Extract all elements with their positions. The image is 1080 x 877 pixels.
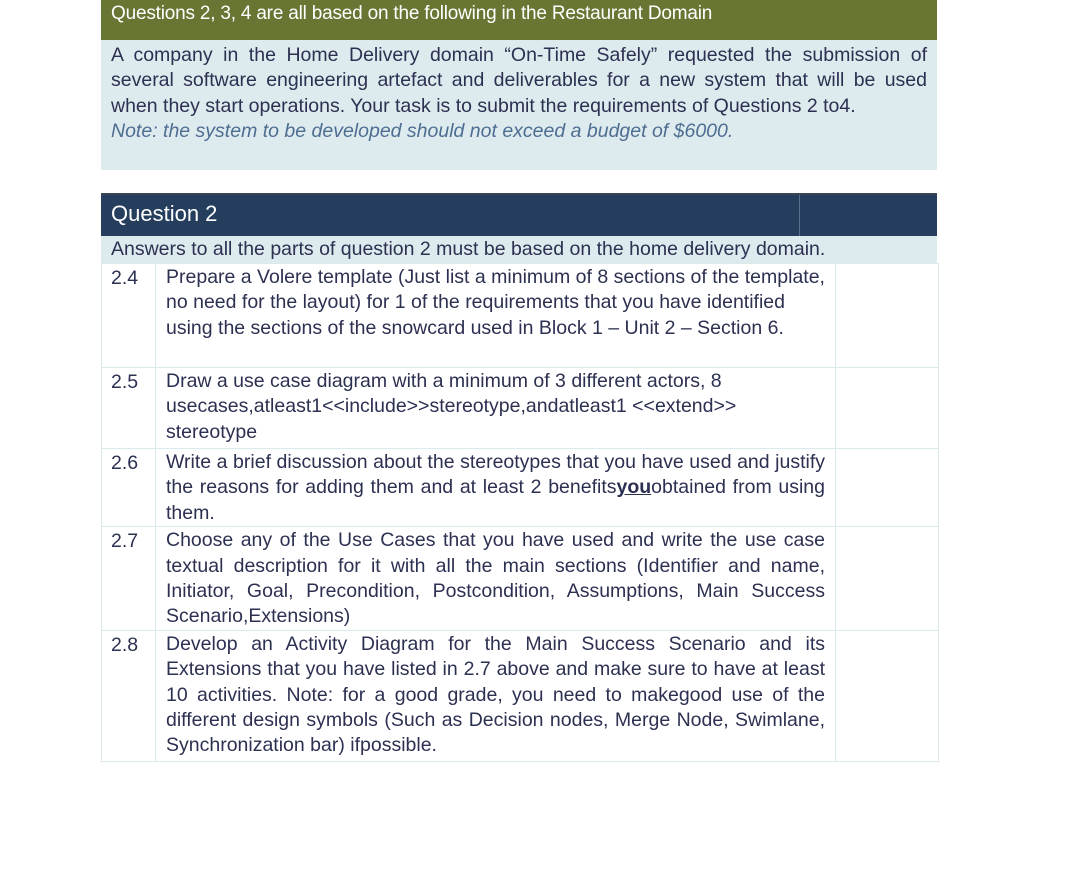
banner-title: Questions 2, 3, 4 are all based on the f… <box>111 3 713 24</box>
budget-note: Note: the system to be developed should … <box>111 120 734 143</box>
part-text-emphasis: you <box>616 476 652 499</box>
table-row: 2.8 Develop an Activity Diagram for the … <box>101 629 939 762</box>
section-banner: Questions 2, 3, 4 are all based on the f… <box>101 0 937 40</box>
part-text: Develop an Activity Diagram for the Main… <box>155 629 836 762</box>
question-parts-table: 2.4 Prepare a Volere template (Just list… <box>101 263 939 762</box>
column-divider <box>799 195 800 236</box>
answer-cell <box>835 526 939 631</box>
intro-paragraph: A company in the Home Delivery domain “O… <box>111 44 927 117</box>
question-title: Question 2 <box>111 201 218 226</box>
answer-cell <box>835 263 939 368</box>
question-header: Question 2 <box>101 193 937 236</box>
part-number: 2.6 <box>101 447 156 528</box>
question-instructions: Answers to all the parts of question 2 m… <box>101 236 937 263</box>
part-text: Write a brief discussion about the stere… <box>155 447 836 528</box>
table-row: 2.7 Choose any of the Use Cases that you… <box>101 526 939 631</box>
part-text: Prepare a Volere template (Just list a m… <box>155 263 836 368</box>
part-text: Choose any of the Use Cases that you hav… <box>155 526 836 631</box>
part-text: Draw a use case diagram with a minimum o… <box>155 367 836 449</box>
table-row: 2.5 Draw a use case diagram with a minim… <box>101 367 939 449</box>
part-number: 2.8 <box>101 629 156 762</box>
table-row: 2.4 Prepare a Volere template (Just list… <box>101 263 939 368</box>
part-number: 2.5 <box>101 367 156 449</box>
answer-cell <box>835 367 939 449</box>
part-number: 2.4 <box>101 263 156 368</box>
intro-box: A company in the Home Delivery domain “O… <box>101 40 937 170</box>
question-subtitle: Answers to all the parts of question 2 m… <box>111 238 826 260</box>
answer-cell <box>835 629 939 762</box>
answer-cell <box>835 447 939 528</box>
part-number: 2.7 <box>101 526 156 631</box>
table-row: 2.6 Write a brief discussion about the s… <box>101 447 939 528</box>
